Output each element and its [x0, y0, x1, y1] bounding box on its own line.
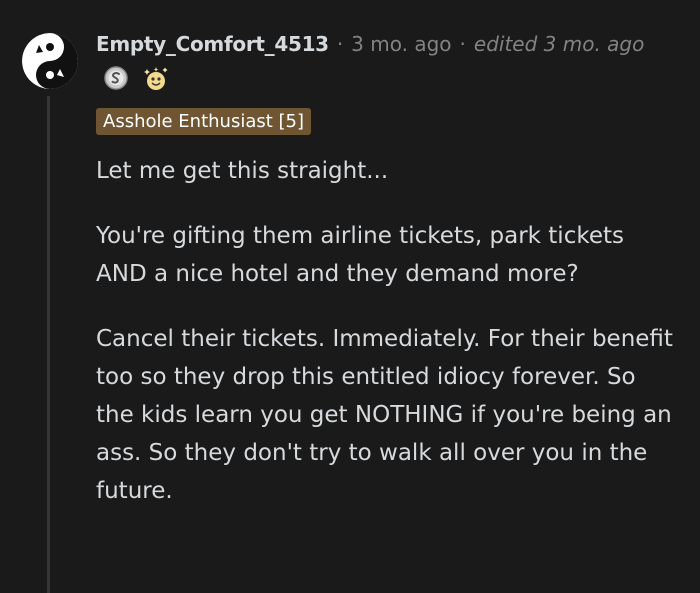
comment-paragraph: Cancel their tickets. Immediately. For t… [96, 326, 673, 504]
comment-paragraph: Let me get this straight... [96, 158, 389, 184]
comment-body: Let me get this straight... You're gifti… [96, 152, 676, 537]
timestamp[interactable]: 3 mo. ago [351, 32, 451, 56]
username-link[interactable]: Empty_Comfort_4513 [96, 32, 329, 56]
comment-header: Empty_Comfort_4513 · 3 mo. ago · edited … [96, 29, 644, 59]
comment-paragraph: You're gifting them airline tickets, par… [96, 223, 624, 287]
wholesome-award-icon[interactable] [142, 66, 168, 90]
user-flair: Asshole Enthusiast [5] [96, 108, 312, 135]
edited-timestamp: edited 3 mo. ago [473, 32, 645, 56]
separator-dot: · [459, 32, 466, 56]
separator-dot: · [336, 32, 344, 56]
awards-row[interactable] [104, 66, 168, 90]
yin-yang-cat-icon [22, 33, 78, 89]
silver-award-icon[interactable] [104, 66, 128, 90]
thread-line[interactable] [47, 96, 50, 593]
avatar[interactable] [22, 33, 78, 89]
